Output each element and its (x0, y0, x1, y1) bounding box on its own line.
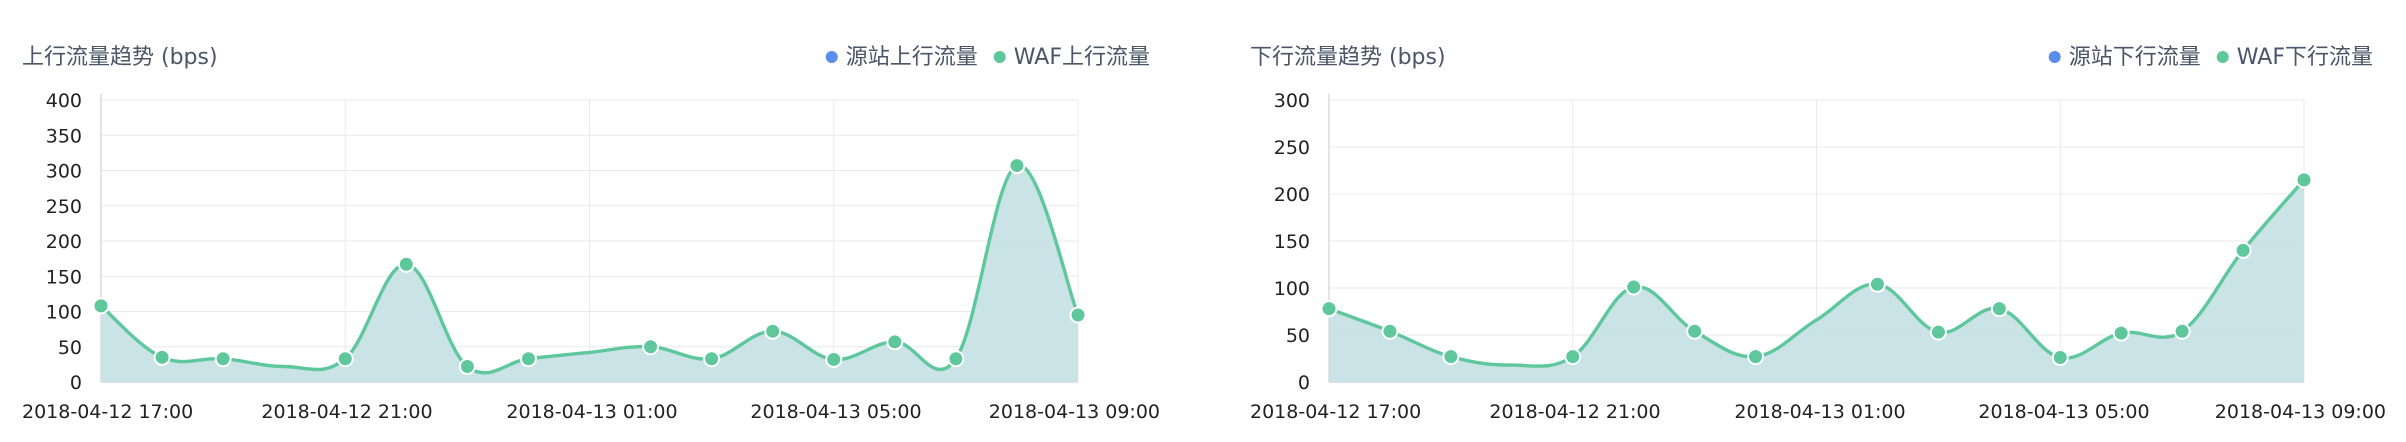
data-point[interactable] (1625, 278, 1643, 296)
x-tick-label: 2018-04-13 01:00 (506, 401, 677, 423)
upstream-traffic-panel: 上行流量趋势 (bps) WAF上行流量 源站上行流量 0 50 100 150 200 250… (0, 0, 1203, 442)
data-point[interactable] (947, 350, 965, 368)
data-point[interactable] (2295, 171, 2313, 189)
data-point[interactable] (1686, 322, 1704, 340)
data-point[interactable] (764, 322, 782, 340)
x-tick-label: 2018-04-13 09:00 (2215, 401, 2386, 423)
data-point[interactable] (1747, 348, 1765, 366)
data-point[interactable] (825, 350, 843, 368)
legend-label-waf: WAF上行流量 (1014, 45, 1150, 70)
y-tick-label: 300 (46, 161, 82, 183)
legend-dot-source (2048, 51, 2061, 63)
y-tick-label: 200 (1274, 184, 1310, 206)
data-point[interactable] (642, 338, 660, 356)
dashboard: 上行流量趋势 (bps) WAF上行流量 源站上行流量 0 50 100 150 200 250… (0, 0, 2406, 442)
legend-dot-waf (993, 51, 1006, 63)
y-tick-label: 0 (70, 372, 82, 394)
y-tick-label: 50 (58, 337, 82, 359)
x-tick-label: 2018-04-13 05:00 (1978, 401, 2149, 423)
data-point[interactable] (1442, 348, 1460, 366)
x-tick-label: 2018-04-13 05:00 (750, 401, 921, 423)
data-point[interactable] (214, 350, 232, 368)
legend-label-waf: WAF下行流量 (2237, 45, 2373, 70)
data-point[interactable] (1008, 157, 1026, 175)
y-tick-label: 100 (1274, 278, 1310, 300)
data-point[interactable] (703, 350, 721, 368)
data-point[interactable] (92, 297, 110, 315)
data-point[interactable] (2051, 349, 2069, 367)
x-tick-label: 2018-04-13 09:00 (989, 401, 1160, 423)
y-tick-label: 300 (1274, 90, 1310, 112)
data-point[interactable] (2112, 324, 2130, 342)
data-point[interactable] (1990, 300, 2008, 318)
data-point[interactable] (397, 255, 415, 273)
x-tick-label: 2018-04-12 21:00 (261, 401, 432, 423)
data-point[interactable] (1069, 306, 1087, 324)
data-point[interactable] (336, 350, 354, 368)
legend-label-source: 源站上行流量 (846, 45, 978, 70)
x-tick-label: 2018-04-12 17:00 (22, 401, 193, 423)
legend-dot-waf (2216, 51, 2229, 63)
upstream-traffic-chart: 上行流量趋势 (bps) WAF上行流量 源站上行流量 0 50 100 150 200 250… (22, 45, 1160, 423)
data-point[interactable] (1320, 300, 1338, 318)
y-tick-label: 150 (1274, 231, 1310, 253)
y-tick-label: 150 (46, 266, 82, 288)
legend-label-source: 源站下行流量 (2069, 45, 2201, 70)
y-tick-label: 400 (46, 90, 82, 112)
y-tick-label: 100 (46, 302, 82, 324)
chart-title: 下行流量趋势 (bps) (1250, 45, 1446, 70)
data-point[interactable] (1564, 348, 1582, 366)
x-tick-label: 2018-04-12 17:00 (1250, 401, 1421, 423)
data-point[interactable] (2173, 322, 2191, 340)
x-tick-label: 2018-04-12 21:00 (1489, 401, 1660, 423)
data-point[interactable] (153, 348, 171, 366)
data-point[interactable] (886, 333, 904, 351)
downstream-traffic-chart: 下行流量趋势 (bps) WAF下行流量 源站下行流量 0 50 100 150 200 250… (1250, 45, 2386, 423)
y-tick-label: 250 (1274, 137, 1310, 159)
y-tick-label: 250 (46, 196, 82, 218)
data-point[interactable] (1929, 323, 1947, 341)
x-tick-label: 2018-04-13 01:00 (1734, 401, 1905, 423)
data-point[interactable] (519, 350, 537, 368)
y-tick-label: 350 (46, 125, 82, 147)
y-tick-label: 50 (1286, 325, 1310, 347)
data-point[interactable] (1381, 322, 1399, 340)
y-tick-label: 0 (1298, 372, 1310, 394)
legend[interactable]: WAF下行流量 源站下行流量 (2048, 45, 2373, 70)
legend[interactable]: WAF上行流量 源站上行流量 (825, 45, 1150, 70)
y-tick-label: 200 (46, 231, 82, 253)
data-point[interactable] (1868, 275, 1886, 293)
data-point[interactable] (2234, 241, 2252, 259)
legend-dot-source (825, 51, 838, 63)
data-point[interactable] (458, 357, 476, 375)
chart-title: 上行流量趋势 (bps) (22, 45, 218, 70)
downstream-traffic-panel: 下行流量趋势 (bps) WAF下行流量 源站下行流量 0 50 100 150 200 250… (1228, 0, 2406, 442)
